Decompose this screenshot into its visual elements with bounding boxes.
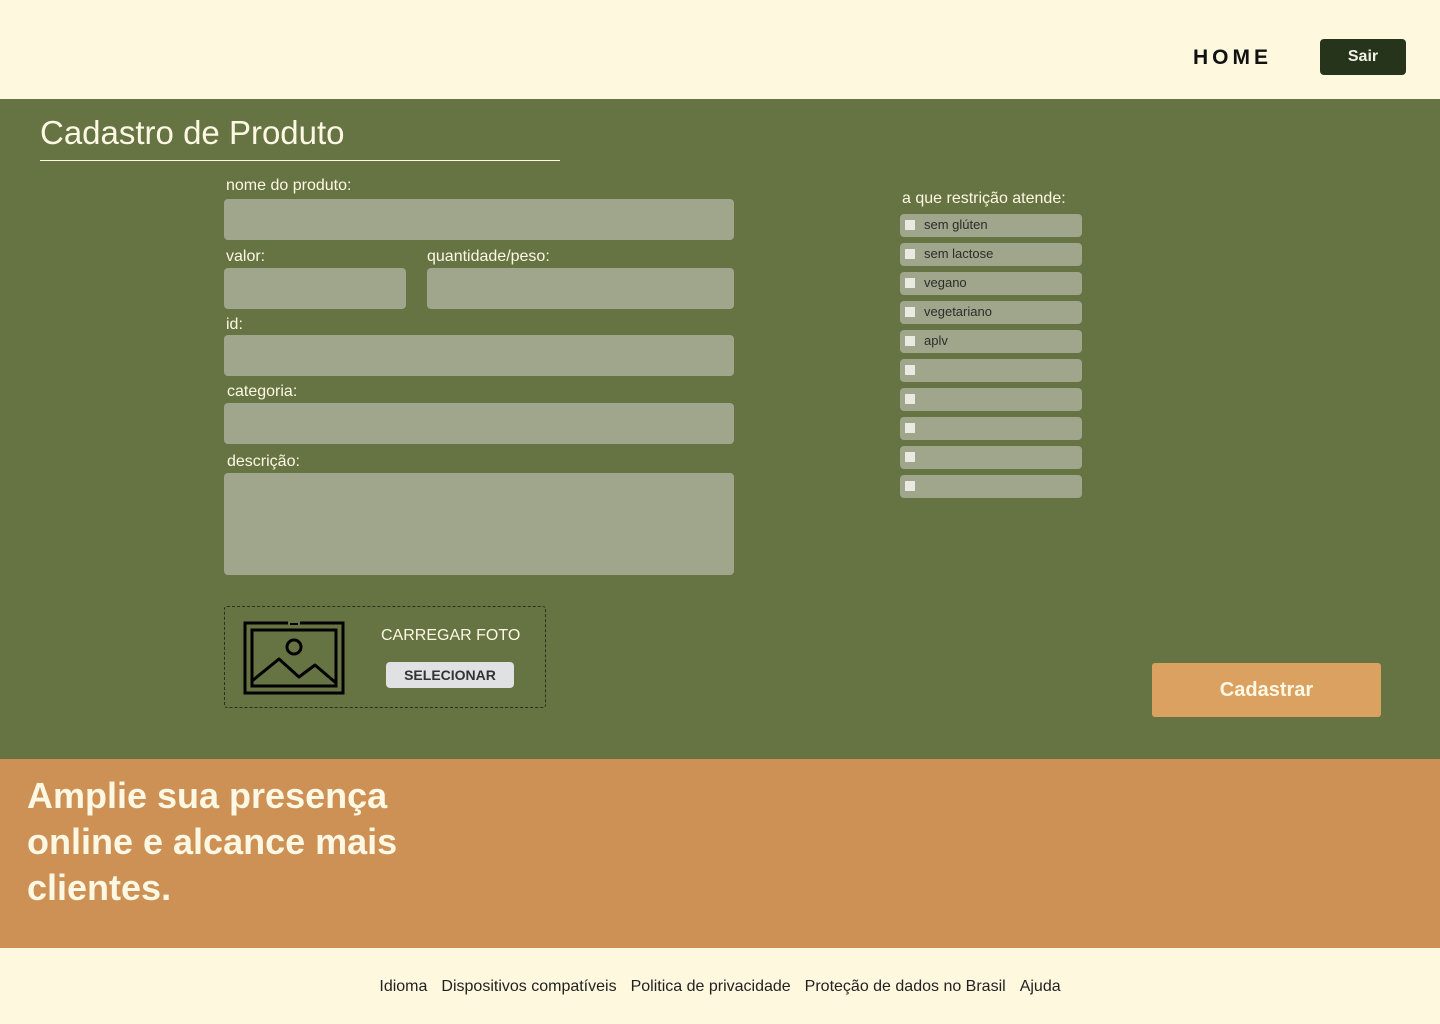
id-label: id:: [226, 316, 243, 333]
restriction-option[interactable]: [900, 359, 1082, 382]
restriction-checkbox[interactable]: [905, 249, 915, 259]
logout-button[interactable]: Sair: [1320, 39, 1406, 75]
restriction-label: aplv: [924, 333, 948, 348]
restriction-checkbox[interactable]: [905, 220, 915, 230]
quantity-label: quantidade/peso:: [427, 248, 550, 265]
footer-link[interactable]: Idioma: [379, 978, 427, 995]
restriction-label: vegano: [924, 275, 967, 290]
top-bar: HOME Sair: [0, 0, 1440, 99]
footer-link[interactable]: Dispositivos compatíveis: [441, 978, 616, 995]
select-photo-button[interactable]: SELECIONAR: [386, 662, 514, 688]
value-label: valor:: [226, 248, 266, 265]
restriction-label: vegetariano: [924, 304, 992, 319]
restriction-checkbox[interactable]: [905, 336, 915, 346]
restriction-option[interactable]: vegetariano: [900, 301, 1082, 324]
product-name-label: nome do produto:: [226, 177, 352, 194]
restriction-option[interactable]: aplv: [900, 330, 1082, 353]
category-input[interactable]: [224, 403, 734, 444]
submit-button[interactable]: Cadastrar: [1152, 663, 1381, 717]
value-input[interactable]: [224, 268, 406, 309]
footer: Idioma Dispositivos compatíveis Politica d…: [0, 948, 1440, 1024]
restriction-checkbox[interactable]: [905, 278, 915, 288]
restriction-option[interactable]: sem glúten: [900, 214, 1082, 237]
restriction-checkbox[interactable]: [905, 394, 915, 404]
banner-text: Amplie sua presença online e alcance mai…: [27, 775, 398, 908]
image-icon: [243, 621, 345, 695]
quantity-input[interactable]: [427, 268, 734, 309]
photo-upload-box: CARREGAR FOTO SELECIONAR: [224, 606, 546, 708]
category-label: categoria:: [227, 383, 298, 400]
restriction-checkbox[interactable]: [905, 423, 915, 433]
restriction-label: sem lactose: [924, 246, 994, 261]
promo-banner: Amplie sua presença online e alcance mai…: [0, 759, 1440, 948]
upload-title: CARREGAR FOTO: [381, 627, 521, 644]
footer-link[interactable]: Ajuda: [1020, 978, 1061, 995]
restriction-label: sem glúten: [924, 217, 988, 232]
restriction-checkbox[interactable]: [905, 365, 915, 375]
id-input[interactable]: [224, 335, 734, 376]
description-textarea[interactable]: [224, 473, 734, 575]
footer-nav: Idioma Dispositivos compatíveis Politica d…: [0, 978, 1440, 996]
page-title: Cadastro de Produto: [40, 114, 345, 151]
product-form-section: Cadastro de Produto nome do produto: val…: [0, 99, 1440, 759]
footer-link[interactable]: Politica de privacidade: [631, 978, 791, 995]
restriction-checkbox[interactable]: [905, 452, 915, 462]
restriction-option[interactable]: [900, 446, 1082, 469]
product-name-input[interactable]: [224, 199, 734, 240]
restriction-option[interactable]: [900, 417, 1082, 440]
restriction-option[interactable]: vegano: [900, 272, 1082, 295]
restriction-checkbox[interactable]: [905, 307, 915, 317]
title-divider: [40, 160, 560, 161]
home-link[interactable]: HOME: [1193, 46, 1272, 70]
footer-link[interactable]: Proteção de dados no Brasil: [805, 978, 1006, 995]
restrictions-title: a que restrição atende:: [902, 190, 1066, 207]
description-label: descrição:: [227, 453, 300, 470]
restriction-option[interactable]: [900, 475, 1082, 498]
restriction-option[interactable]: [900, 388, 1082, 411]
restriction-checkbox[interactable]: [905, 481, 915, 491]
restriction-option[interactable]: sem lactose: [900, 243, 1082, 266]
